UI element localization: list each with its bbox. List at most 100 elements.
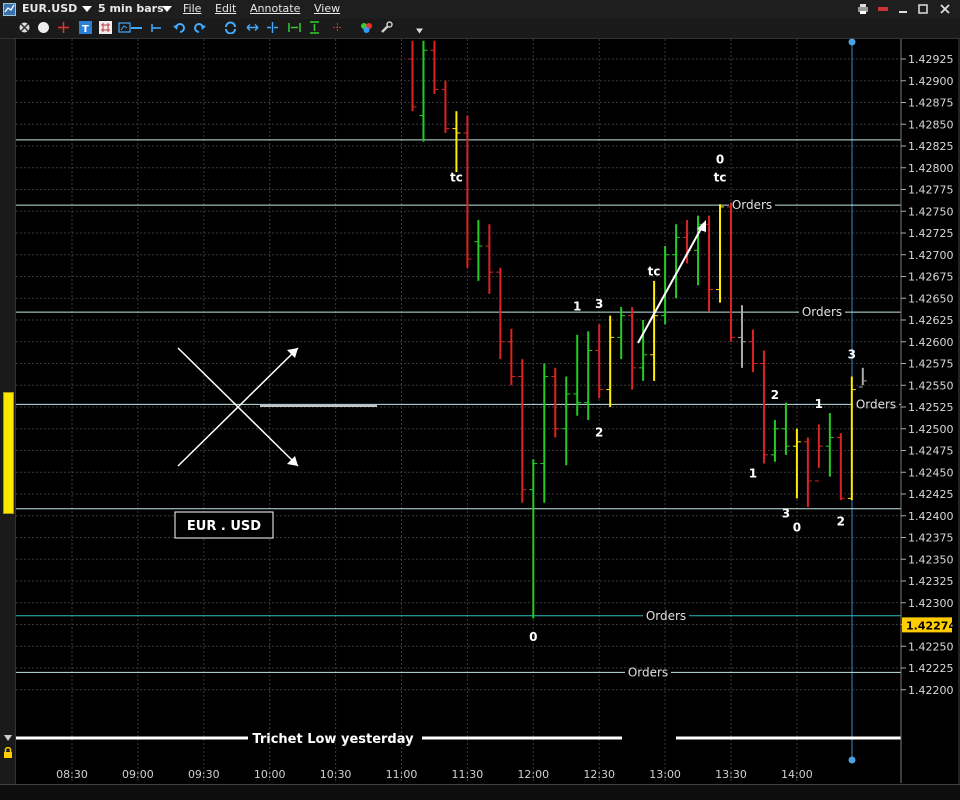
wave-label: 1 [815,397,823,411]
time-tick-label: 13:00 [649,768,681,781]
price-tick-label: 1.42450 [908,466,954,479]
wave-label: 1 [749,466,757,480]
wave-label: 0 [716,152,724,166]
price-tick-label: 1.42375 [908,532,954,545]
last-price-label: 1.42274 [906,619,956,632]
support-label: Trichet Low yesterday [252,732,414,747]
ohlc-bar [496,267,505,360]
ohlc-bar [518,359,527,503]
date-tick-label: '06/13 [744,788,776,799]
order-lines: Orders Orders Orders Orders Orders Trichet Lo… [16,139,901,747]
ohlc-bar [672,224,681,299]
date-tick-label: '05/16 [499,788,531,799]
ohlc-bar [836,433,845,501]
price-tick-label: 1.42250 [908,640,954,653]
time-tick-label: 10:30 [320,768,352,781]
wave-label: tc [450,171,463,185]
order-label: Orders [732,198,772,212]
ohlc-bar [606,315,615,407]
ohlc-bar [727,202,735,342]
ohlc-bar [825,413,834,477]
price-tick-label: 1.42650 [908,292,954,305]
time-tick-label: 12:30 [583,768,615,781]
time-tick-label: 10:00 [254,768,286,781]
ohlc-bar [650,280,659,381]
time-tick-label: 08:30 [56,768,88,781]
order-label: Orders [646,609,686,623]
ohlc-bar [617,306,626,360]
time-tick-label: 14:00 [781,768,813,781]
ohlc-bar [507,328,516,386]
price-tick-label: 1.42425 [908,488,954,501]
price-tick-label: 1.42575 [908,358,954,371]
time-tick-label: 13:30 [715,768,747,781]
price-tick-label: 1.42900 [908,75,954,88]
price-tick-label: 1.42700 [908,249,954,262]
time-tick-label: 09:00 [122,768,154,781]
wave-label: 3 [782,506,790,520]
time-axis[interactable]: 08:30 09:00 09:30 10:00 10:30 11:00 11:30 12:00… [6,768,898,799]
wave-label: 2 [771,388,779,402]
price-tick-label: 1.42350 [908,553,954,566]
ohlc-bar [847,376,856,501]
wave-label: tc [714,171,727,185]
price-chart[interactable]: Orders Orders Orders Orders Orders Trichet Lo… [0,0,960,799]
time-tick-label: 09:30 [188,768,220,781]
wave-label: 3 [595,297,603,311]
time-tick-label: 12:00 [517,768,549,781]
wave-label: tc [648,265,661,279]
ohlc-bar [529,459,538,619]
price-tick-label: 1.42725 [908,227,954,240]
ohlc-bar [573,334,582,416]
price-tick-label: 1.42600 [908,336,954,349]
ohlc-bar [716,204,725,303]
ohlc-bar [441,80,450,133]
ohlc-bar [683,219,692,264]
date-tick-label: '05/30 [621,788,653,799]
price-tick-label: 1.42675 [908,271,954,284]
trend-arrow-line [637,224,704,344]
ohlc-bar [463,115,472,268]
price-tick-label: 1.42875 [908,97,954,110]
price-tick-label: 1.42300 [908,597,954,610]
order-label: Orders [802,305,842,319]
ohlc-bar [551,367,560,438]
time-tick-label: 11:30 [452,768,484,781]
price-tick-label: 1.42750 [908,205,954,218]
ohlc-bar [540,363,549,503]
ohlc-bar [485,224,494,294]
ohlc-bar [737,305,746,368]
date-tick-label: 03/21 [6,788,35,799]
wave-label: 2 [595,426,603,440]
price-tick-label: 1.42500 [908,423,954,436]
wave-label: 0 [793,520,801,534]
price-tick-label: 1.42800 [908,162,954,175]
price-tick-label: 1.42475 [908,445,954,458]
order-label: Orders [628,665,668,679]
wave-label: 1 [573,299,581,313]
ohlc-bar [562,376,571,466]
symbol-box-label: EUR . USD [187,519,261,534]
ohlc-bar [748,329,757,373]
price-tick-label: 1.42525 [908,401,954,414]
price-tick-label: 1.42925 [908,53,954,66]
price-tick-label: 1.42775 [908,184,954,197]
ohlc-bar [419,40,428,142]
price-tick-label: 1.42325 [908,575,954,588]
ohlc-bar [792,428,801,499]
order-label: Orders [856,397,896,411]
ohlc-bar [705,215,714,312]
price-axis[interactable]: 1.42925 1.42900 1.42875 1.42850 1.42825 1.428… [900,39,958,783]
ohlc-bar [474,219,483,281]
ohlc-bar [628,306,637,390]
date-tick-label: '04/18 [254,788,286,799]
cursor-handle-bottom [848,756,856,764]
wave-label: 3 [848,347,856,361]
date-tick-label: '06/27 [866,788,898,799]
price-tick-label: 1.42550 [908,379,954,392]
ohlc-bar [595,324,604,399]
wave-label: 0 [529,630,537,644]
ohlc-bar [858,367,867,388]
price-tick-label: 1.42825 [908,140,954,153]
price-tick-label: 1.42850 [908,118,954,131]
